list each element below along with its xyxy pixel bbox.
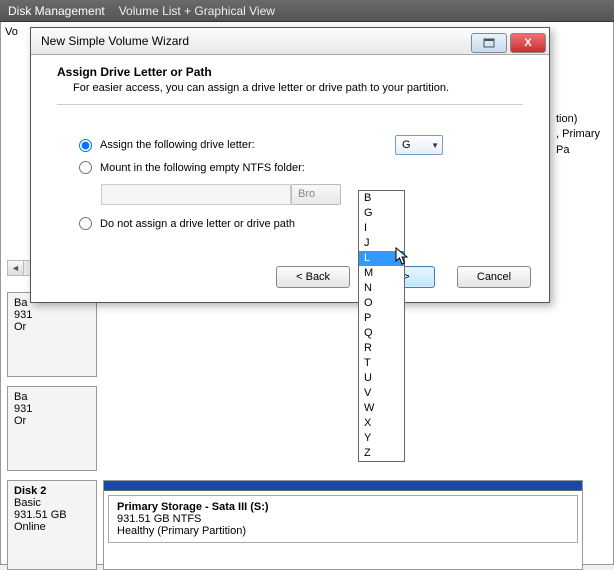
disk-row: Disk 2 Basic 931.51 GB Online Primary St…: [7, 480, 583, 570]
dropdown-item[interactable]: Z: [359, 446, 404, 461]
dropdown-item[interactable]: X: [359, 416, 404, 431]
dropdown-item[interactable]: V: [359, 386, 404, 401]
dialog-footer: < Back ext > Cancel: [31, 252, 549, 302]
radio-no-assign[interactable]: [79, 217, 92, 230]
dropdown-item[interactable]: Q: [359, 326, 404, 341]
drive-letter-select[interactable]: G ▼: [395, 135, 443, 155]
dropdown-item[interactable]: B: [359, 191, 404, 206]
disk-name: Disk 2: [14, 485, 90, 497]
volume-stripe: [104, 481, 582, 491]
volume-details: Primary Storage - Sata III (S:) 931.51 G…: [108, 495, 578, 543]
folder-path-input: [101, 184, 291, 205]
option-assign-letter[interactable]: Assign the following drive letter: G ▼: [79, 135, 523, 155]
volume-name: Primary Storage - Sata III (S:): [117, 501, 569, 513]
app-title: Disk Management: [8, 4, 105, 18]
dropdown-item[interactable]: T: [359, 356, 404, 371]
scroll-left-icon[interactable]: ◄: [8, 261, 24, 275]
app-header: Disk Management Volume List + Graphical …: [0, 0, 614, 22]
dropdown-item[interactable]: W: [359, 401, 404, 416]
dialog-title: New Simple Volume Wizard: [41, 34, 189, 48]
dropdown-item[interactable]: N: [359, 281, 404, 296]
dropdown-item[interactable]: O: [359, 296, 404, 311]
disk-volume[interactable]: Primary Storage - Sata III (S:) 931.51 G…: [103, 480, 583, 570]
dialog-subtext: For easier access, you can assign a driv…: [73, 82, 523, 94]
volume-column-header: Vo: [5, 26, 23, 38]
partition-info-clip: tion) , Primary Pa: [556, 112, 611, 158]
dialog-body: Assign Drive Letter or Path For easier a…: [31, 55, 549, 252]
dropdown-item[interactable]: U: [359, 371, 404, 386]
dropdown-item[interactable]: J: [359, 236, 404, 251]
wizard-dialog: New Simple Volume Wizard X Assign Drive …: [30, 27, 550, 303]
window-help-button[interactable]: [471, 33, 507, 53]
chevron-down-icon: ▼: [431, 141, 439, 150]
close-button[interactable]: X: [510, 33, 546, 53]
dropdown-item[interactable]: R: [359, 341, 404, 356]
disk-info: Ba 931 Or: [7, 292, 97, 377]
dropdown-item[interactable]: G: [359, 206, 404, 221]
disk-row: Ba 931 Or: [7, 292, 97, 377]
dialog-heading: Assign Drive Letter or Path: [57, 65, 523, 79]
app-subtitle: Volume List + Graphical View: [119, 4, 275, 18]
option-mount-folder[interactable]: Mount in the following empty NTFS folder…: [79, 161, 523, 174]
drive-letter-dropdown[interactable]: BGIJLMNOPQRTUVWXYZ: [358, 190, 405, 462]
dropdown-item[interactable]: M: [359, 266, 404, 281]
dropdown-item[interactable]: I: [359, 221, 404, 236]
disk-info: Disk 2 Basic 931.51 GB Online: [7, 480, 97, 570]
disk-info: Ba 931 Or: [7, 386, 97, 471]
option-label: Mount in the following empty NTFS folder…: [100, 162, 305, 174]
dialog-titlebar[interactable]: New Simple Volume Wizard X: [31, 28, 549, 55]
back-button[interactable]: < Back: [276, 266, 350, 288]
option-label: Do not assign a drive letter or drive pa…: [100, 218, 295, 230]
option-label: Assign the following drive letter:: [100, 139, 255, 151]
radio-mount-folder[interactable]: [79, 161, 92, 174]
dropdown-item[interactable]: P: [359, 311, 404, 326]
browse-button: Bro: [291, 184, 341, 205]
cancel-button[interactable]: Cancel: [457, 266, 531, 288]
radio-assign-letter[interactable]: [79, 139, 92, 152]
selected-letter: G: [402, 139, 411, 151]
divider: [57, 104, 523, 105]
option-no-assign[interactable]: Do not assign a drive letter or drive pa…: [79, 217, 523, 230]
dropdown-item[interactable]: Y: [359, 431, 404, 446]
volume-health: Healthy (Primary Partition): [117, 525, 569, 537]
dropdown-item[interactable]: L: [359, 251, 404, 266]
volume-size: 931.51 GB NTFS: [117, 513, 569, 525]
disk-row: Ba 931 Or: [7, 386, 97, 471]
